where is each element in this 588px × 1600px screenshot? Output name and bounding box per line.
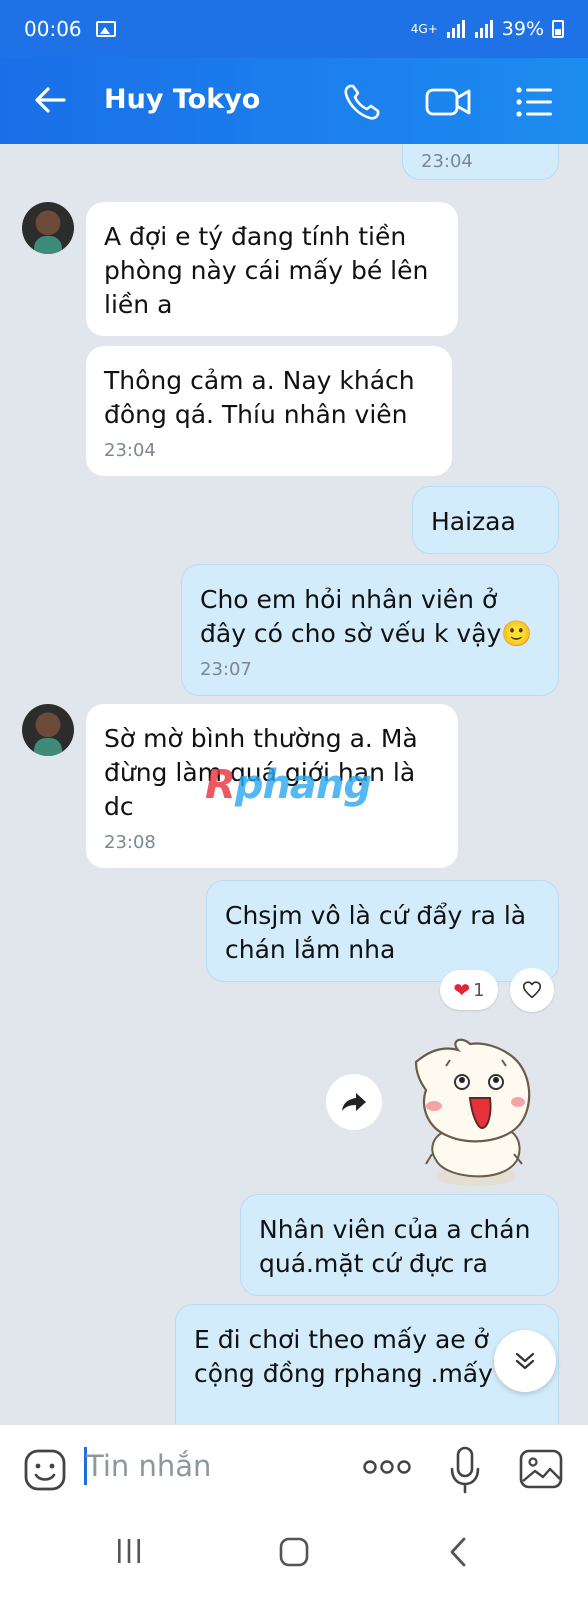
chat-header: Huy Tokyo: [0, 58, 588, 144]
message-time: 23:07: [200, 659, 252, 680]
message-time: 23:08: [104, 832, 156, 853]
message-bubble-outgoing[interactable]: Nhân viên của a chán quá.mặt cứ đực ra: [240, 1194, 559, 1296]
menu-icon[interactable]: [512, 80, 556, 124]
avatar[interactable]: [22, 704, 74, 756]
message-text: E đi chơi theo mấy ae ở cộng đồng rphang…: [194, 1325, 532, 1388]
message-bubble-outgoing[interactable]: Chsjm vô là cứ đẩy ra là chán lắm nha: [206, 880, 559, 982]
gallery-notification-icon: [95, 21, 116, 37]
image-icon[interactable]: [518, 1447, 564, 1491]
network-type: 4G+: [410, 21, 438, 36]
message-text: Cho em hỏi nhân viên ở đây có cho sờ vếu…: [200, 585, 533, 648]
more-icon[interactable]: [362, 1457, 412, 1477]
react-button[interactable]: [510, 968, 554, 1012]
avatar[interactable]: [22, 202, 74, 254]
message-input-bar: Tin nhắn: [0, 1424, 588, 1514]
microphone-icon[interactable]: [448, 1445, 482, 1495]
battery-percent: 39%: [501, 18, 544, 40]
message-time: 23:04: [421, 151, 473, 172]
signal-icon: [446, 20, 465, 38]
status-bar: 00:06 4G+ 39%: [0, 0, 588, 58]
message-input[interactable]: Tin nhắn: [86, 1449, 211, 1483]
heart-filled-icon: ❤: [453, 978, 471, 1002]
contact-name[interactable]: Huy Tokyo: [104, 84, 260, 115]
heart-icon: [522, 981, 542, 999]
sticker-image[interactable]: [410, 1036, 536, 1192]
phone-icon[interactable]: [340, 80, 384, 124]
message-list[interactable]: 23:04 A đợi e tý đang tính tiền phòng nà…: [0, 144, 588, 1424]
watermark-logo: Rphang: [205, 762, 372, 808]
message-text: A đợi e tý đang tính tiền phòng này cái …: [104, 222, 429, 319]
recent-apps-icon[interactable]: [114, 1536, 144, 1566]
status-right: 4G+ 39%: [411, 18, 564, 40]
message-bubble-outgoing[interactable]: Haizaa: [412, 486, 559, 554]
signal-icon-2: [474, 20, 493, 38]
back-arrow-icon[interactable]: [30, 80, 70, 120]
home-icon[interactable]: [278, 1536, 310, 1568]
message-text: Haizaa: [431, 507, 516, 536]
message-bubble-outgoing[interactable]: 23:04: [402, 144, 559, 180]
forward-button[interactable]: [326, 1074, 382, 1130]
message-text: Chsjm vô là cứ đẩy ra là chán lắm nha: [225, 901, 527, 964]
system-back-icon[interactable]: [446, 1536, 470, 1568]
chevron-down-icon: [515, 1352, 535, 1370]
sticker-face-icon[interactable]: [22, 1447, 68, 1493]
scroll-to-bottom-button[interactable]: [494, 1330, 556, 1392]
message-text: Thông cảm a. Nay khách đông qá. Thíu nhâ…: [104, 366, 415, 429]
reaction-count: 1: [473, 979, 485, 1001]
message-time: 23:04: [104, 440, 156, 461]
system-nav-bar: [0, 1514, 588, 1600]
message-bubble-incoming[interactable]: Thông cảm a. Nay khách đông qá. Thíu nhâ…: [86, 346, 452, 476]
video-call-icon[interactable]: [424, 80, 474, 124]
reaction-count-badge[interactable]: ❤ 1: [440, 970, 498, 1010]
status-time: 00:06: [24, 17, 82, 41]
message-text: Nhân viên của a chán quá.mặt cứ đực ra: [259, 1215, 531, 1278]
battery-icon: [552, 20, 564, 38]
forward-icon: [342, 1093, 366, 1111]
message-bubble-outgoing[interactable]: Cho em hỏi nhân viên ở đây có cho sờ vếu…: [181, 564, 559, 696]
message-bubble-incoming[interactable]: A đợi e tý đang tính tiền phòng này cái …: [86, 202, 458, 336]
